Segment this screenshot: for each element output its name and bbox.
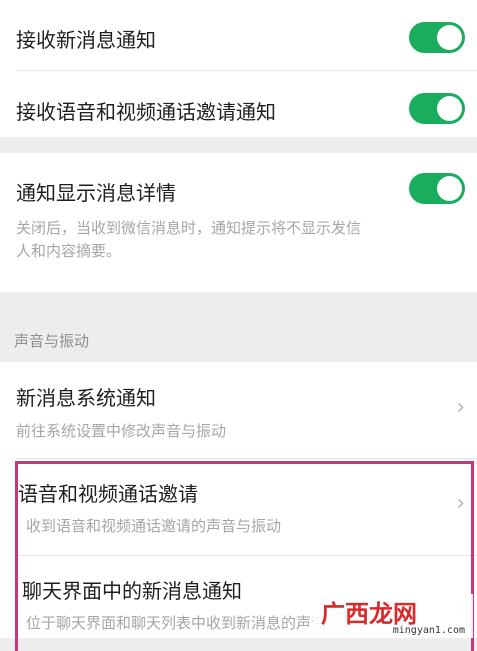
watermark-logo: 广西龙网 <box>321 600 417 628</box>
description-line: 关闭后，当收到微信消息时，通知提示将不显示发信 <box>16 219 362 237</box>
receive-call-invite-row[interactable]: 接收语音和视频通话邀请通知 <box>0 71 477 137</box>
watermark-site: mingyan1.com <box>392 625 465 636</box>
show-details-label: 通知显示消息详情 <box>16 181 176 205</box>
system-notification-item[interactable]: 新消息系统通知 前往系统设置中修改声音与振动 › <box>0 362 477 458</box>
receive-new-message-toggle[interactable] <box>409 22 465 53</box>
show-details-toggle[interactable] <box>409 173 465 204</box>
show-details-description: 关闭后，当收到微信消息时，通知提示将不显示发信 人和内容摘要。 <box>16 217 466 263</box>
description-line: 人和内容摘要。 <box>16 242 122 260</box>
watermark: 广西龙网 mingyan1.com <box>313 594 473 638</box>
section-header-sound: 声音与振动 <box>14 332 90 350</box>
receive-call-invite-toggle[interactable] <box>409 93 465 124</box>
toggle-knob <box>437 25 462 50</box>
toggle-knob <box>437 176 462 201</box>
receive-call-invite-label: 接收语音和视频通话邀请通知 <box>16 100 276 124</box>
top-settings-group: 接收新消息通知 接收语音和视频通话邀请通知 <box>0 0 477 137</box>
receive-new-message-row[interactable]: 接收新消息通知 <box>0 0 477 70</box>
show-details-row[interactable]: 通知显示消息详情 关闭后，当收到微信消息时，通知提示将不显示发信 人和内容摘要。 <box>0 153 477 292</box>
toggle-knob <box>437 96 462 121</box>
item-subtitle: 前往系统设置中修改声音与振动 <box>16 422 227 440</box>
chevron-right-icon: › <box>456 395 465 420</box>
receive-new-message-label: 接收新消息通知 <box>16 28 156 52</box>
item-title: 新消息系统通知 <box>16 386 156 410</box>
